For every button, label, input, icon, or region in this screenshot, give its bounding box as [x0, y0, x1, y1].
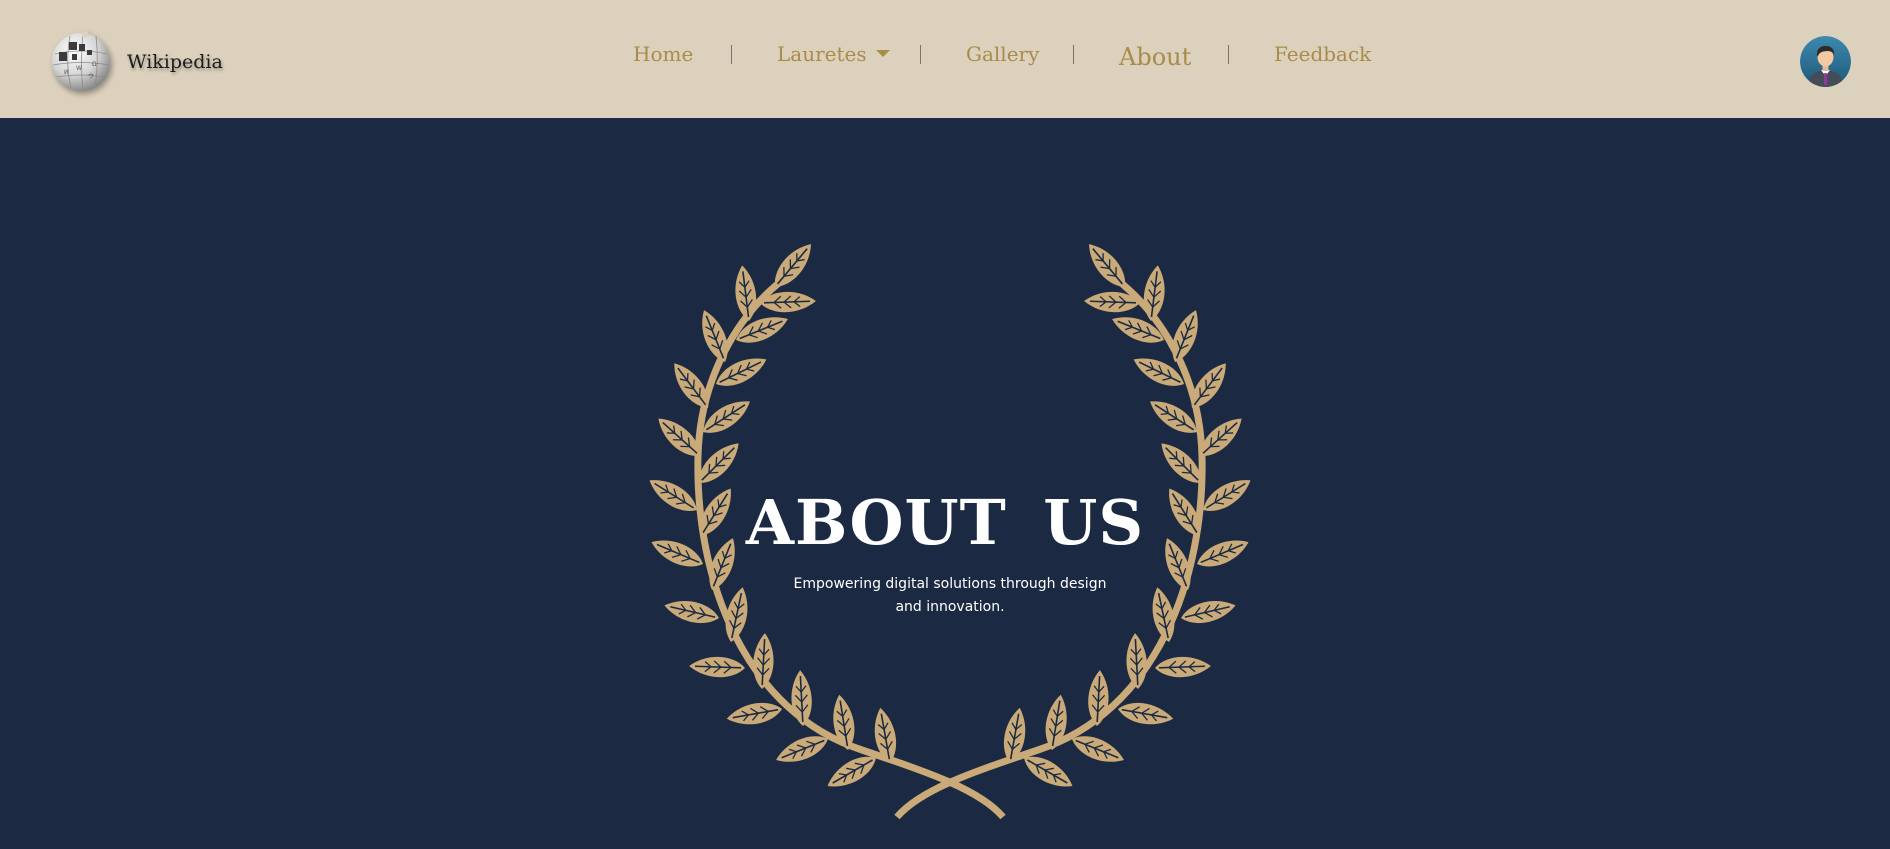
page-subtitle: Empowering digital solutions through des… [793, 576, 1107, 615]
nav-divider [731, 45, 732, 64]
nav-laureates-dropdown[interactable]: Lauretes [777, 42, 890, 66]
svg-text:ウ: ウ [88, 72, 94, 80]
svg-text:Ω: Ω [92, 61, 97, 68]
nav-about[interactable]: About [1119, 43, 1191, 71]
svg-text:И: И [64, 69, 69, 76]
nav-laureates-label: Lauretes [777, 42, 867, 66]
page-title: ABOUT US [745, 486, 1145, 559]
svg-text:W: W [76, 65, 82, 72]
laurel-wreath-icon [0, 118, 1890, 849]
nav-gallery[interactable]: Gallery [966, 42, 1039, 66]
user-avatar-icon[interactable] [1800, 36, 1851, 87]
top-navbar: Ω WИ ウ Wikipedia Home Lauretes Gallery Abo… [0, 0, 1890, 118]
nav-divider [920, 45, 921, 64]
nav-divider [1228, 45, 1229, 64]
nav-feedback[interactable]: Feedback [1274, 42, 1371, 66]
nav-divider [1073, 45, 1074, 64]
brand-name: Wikipedia [127, 51, 223, 73]
nav-home[interactable]: Home [633, 42, 693, 66]
hero-section: ABOUT US Empowering digital solutions th… [0, 118, 1890, 849]
wikipedia-globe-icon: Ω WИ ウ [52, 30, 110, 92]
brand[interactable]: Ω WИ ウ Wikipedia [48, 30, 223, 92]
caret-down-icon [875, 50, 890, 57]
